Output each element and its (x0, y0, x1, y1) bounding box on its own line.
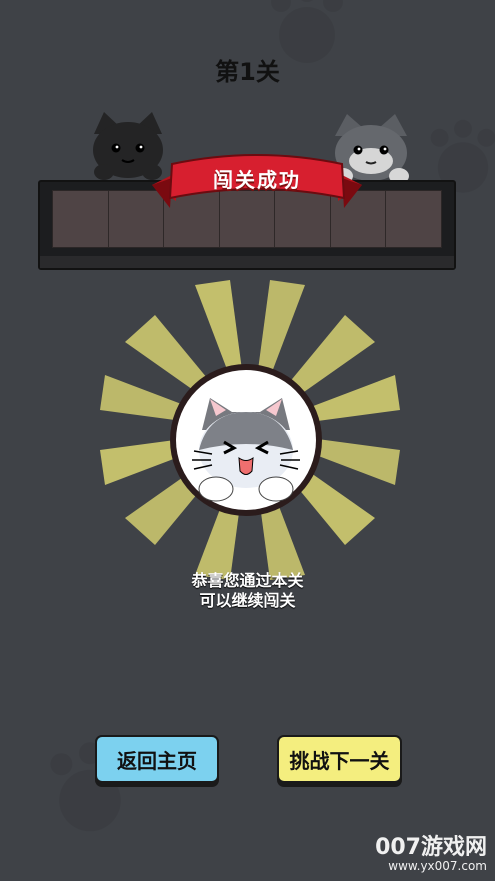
congrats-line-2: 可以继续闯关 (199, 591, 296, 610)
next-level-button[interactable]: 挑战下一关 (277, 735, 402, 783)
site-watermark: 007游戏网 www.yx007.com (375, 834, 487, 873)
watermark-main: 007游戏网 (375, 834, 487, 860)
slot (53, 191, 109, 247)
back-home-button[interactable]: 返回主页 (95, 735, 219, 783)
congrats-line-1: 恭喜您通过本关 (191, 571, 304, 590)
watermark-url: www.yx007.com (388, 858, 487, 873)
congrats-message: 恭喜您通过本关 可以继续闯关 (0, 571, 495, 611)
banner-text: 闯关成功 (213, 168, 301, 192)
level-title: 第1关 (215, 58, 280, 86)
success-banner: 闯关成功 (152, 150, 362, 220)
slot (386, 191, 441, 247)
happy-cat-icon (170, 364, 322, 516)
